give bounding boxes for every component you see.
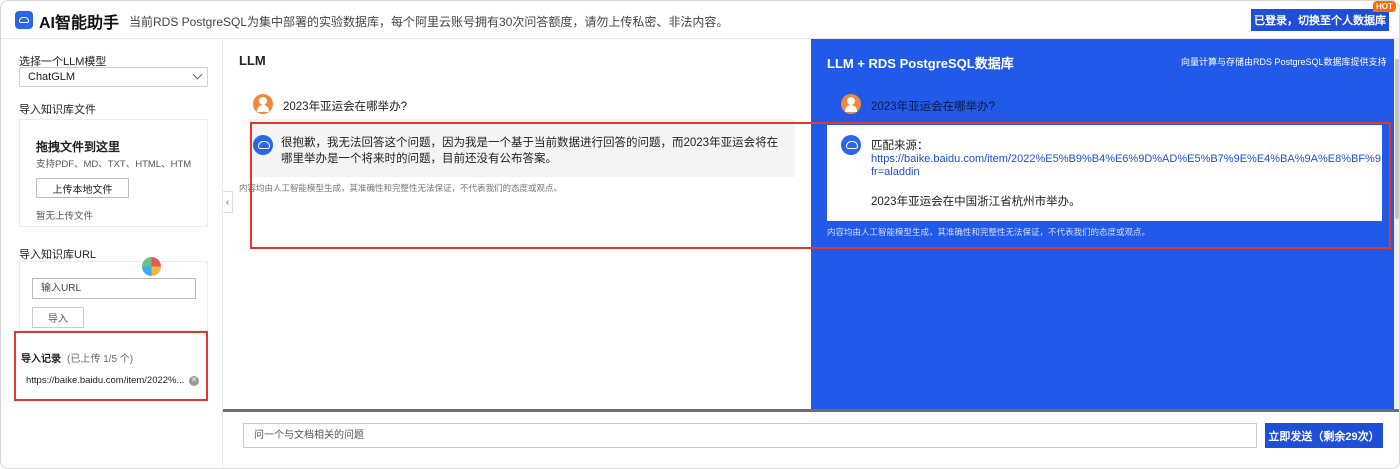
record-title: 导入记录 <box>21 354 61 365</box>
chevron-down-icon <box>192 69 203 80</box>
chatglm-logo-icon <box>142 257 161 276</box>
rds-panel-description: 向量计算与存储由RDS PostgreSQL数据库提供支持 <box>1181 57 1387 67</box>
rds-scrollbar[interactable] <box>1394 39 1399 410</box>
hot-badge: HOT <box>1373 1 1396 12</box>
url-import-label: 导入知识库URL <box>19 249 97 261</box>
rds-panel-title: LLM + RDS PostgreSQL数据库 <box>827 56 1014 71</box>
app-window: AI智能助手 当前RDS PostgreSQL为集中部署的实验数据库，每个阿里云… <box>0 0 1400 469</box>
record-count: (已上传 1/5 个) <box>67 354 134 365</box>
user-avatar-icon <box>253 94 273 114</box>
url-import-box: 输入URL 导入 <box>19 261 208 331</box>
llm-panel-title: LLM <box>239 53 266 68</box>
panel-divider <box>223 409 1399 412</box>
record-item-url: https://baike.baidu.com/item/2022%... <box>26 375 185 386</box>
import-record-box: 导入记录 (已上传 1/5 个) https://baike.baidu.com/… <box>14 331 208 401</box>
model-select-value: ChatGLM <box>28 71 76 83</box>
app-title: AI智能助手 <box>39 15 120 32</box>
url-input[interactable]: 输入URL <box>32 278 196 299</box>
top-header: AI智能助手 当前RDS PostgreSQL为集中部署的实验数据库，每个阿里云… <box>1 1 1399 39</box>
drop-title: 拖拽文件到这里 <box>36 140 121 154</box>
robot-logo-icon <box>15 11 33 29</box>
collapse-sidebar-handle[interactable]: ‹ <box>223 191 233 213</box>
llm-question: 2023年亚运会在哪举办? <box>283 101 407 113</box>
url-import-button[interactable]: 导入 <box>32 307 84 328</box>
model-select[interactable]: ChatGLM <box>19 67 208 87</box>
user-avatar-icon <box>841 94 861 114</box>
no-upload-text: 暂无上传文件 <box>36 211 94 222</box>
remove-record-icon[interactable]: ✕ <box>189 376 199 386</box>
send-button[interactable]: 立即发送（剩余29次） <box>1265 423 1383 448</box>
question-input[interactable]: 问一个与文档相关的问题 <box>243 423 1257 448</box>
supported-formats: 支持PDF、MD、TXT、HTML、HTM <box>36 159 192 170</box>
sidebar: 选择一个LLM模型 ChatGLM 导入知识库文件 拖拽文件到这里 支持PDF、… <box>1 39 223 468</box>
upload-local-file-button[interactable]: 上传本地文件 <box>36 178 129 198</box>
file-import-label: 导入知识库文件 <box>19 104 96 116</box>
switch-database-button[interactable]: 已登录，切换至个人数据库 <box>1251 9 1389 31</box>
record-label: 导入记录 (已上传 1/5 个) <box>21 350 133 365</box>
file-drop-zone[interactable]: 拖拽文件到这里 支持PDF、MD、TXT、HTML、HTM 上传本地文件 暂无上… <box>19 119 208 227</box>
scrollbar-thumb[interactable] <box>1395 59 1399 219</box>
highlight-box-answers <box>250 122 1391 249</box>
usage-notice: 当前RDS PostgreSQL为集中部署的实验数据库，每个阿里云账号拥有30次… <box>129 15 729 29</box>
rds-question: 2023年亚运会在哪举办? <box>871 101 995 113</box>
